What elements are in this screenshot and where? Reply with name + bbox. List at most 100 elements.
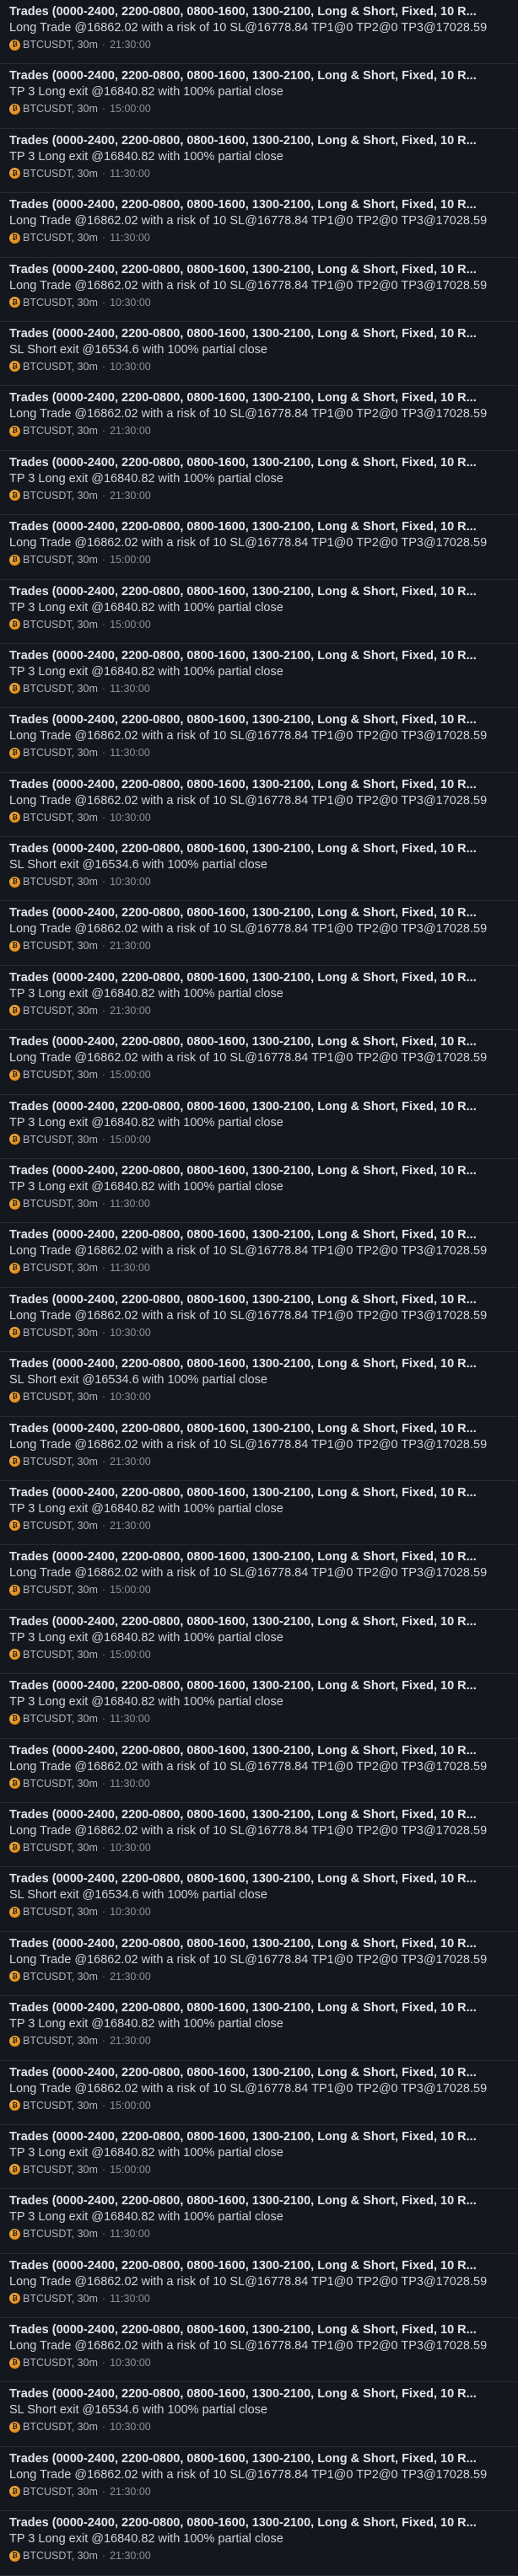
alert-message: TP 3 Long exit @16840.82 with 100% parti… [9, 1180, 283, 1194]
alert-symbol: BTCUSDT, 30m [23, 618, 98, 631]
alert-symbol: BTCUSDT, 30m [23, 2485, 98, 2498]
alert-symbol: BTCUSDT, 30m [23, 1262, 98, 1275]
alert-log-item[interactable]: Trades (0000-2400, 2200-0800, 0800-1600,… [0, 773, 518, 838]
alert-log-item[interactable]: Trades (0000-2400, 2200-0800, 0800-1600,… [0, 1417, 518, 1481]
dot-separator: · [101, 1455, 106, 1468]
alert-log-item[interactable]: Trades (0000-2400, 2200-0800, 0800-1600,… [0, 2189, 518, 2254]
alert-symbol: BTCUSDT, 30m [23, 1198, 98, 1210]
alert-title: Trades (0000-2400, 2200-0800, 0800-1600,… [9, 1614, 477, 1629]
alert-log-item[interactable]: Trades (0000-2400, 2200-0800, 0800-1600,… [0, 258, 518, 322]
alert-time: 21:30:00 [110, 39, 151, 51]
alert-title: Trades (0000-2400, 2200-0800, 0800-1600,… [9, 1550, 477, 1564]
alert-symbol: BTCUSDT, 30m [23, 232, 98, 244]
alert-time: 11:30:00 [110, 167, 150, 180]
alert-log-item[interactable]: Trades (0000-2400, 2200-0800, 0800-1600,… [0, 1095, 518, 1160]
alert-symbol: BTCUSDT, 30m [23, 1713, 98, 1725]
alert-log-item[interactable]: Trades (0000-2400, 2200-0800, 0800-1600,… [0, 1481, 518, 1546]
alert-title: Trades (0000-2400, 2200-0800, 0800-1600,… [9, 455, 477, 470]
alert-message: Long Trade @16862.02 with a risk of 10 S… [9, 1437, 488, 1452]
bitcoin-icon: ₿ [9, 1649, 20, 1661]
alert-log-item[interactable]: Trades (0000-2400, 2200-0800, 0800-1600,… [0, 1932, 518, 1997]
alert-symbol: BTCUSDT, 30m [23, 167, 98, 180]
alert-meta: ₿ BTCUSDT, 30m · 10:30:00 [9, 1904, 518, 1919]
alert-time: 15:00:00 [110, 618, 151, 631]
alert-title: Trades (0000-2400, 2200-0800, 0800-1600,… [9, 198, 477, 212]
alert-log-item[interactable]: Trades (0000-2400, 2200-0800, 0800-1600,… [0, 2061, 518, 2125]
alert-message: SL Short exit @16534.6 with 100% partial… [9, 1373, 267, 1387]
bitcoin-icon: ₿ [9, 361, 20, 373]
alert-log-item[interactable]: Trades (0000-2400, 2200-0800, 0800-1600,… [0, 1223, 518, 1288]
alert-log-item[interactable]: Trades (0000-2400, 2200-0800, 0800-1600,… [0, 193, 518, 258]
alert-message: Long Trade @16862.02 with a risk of 10 S… [9, 1566, 488, 1580]
alerts-log: Trades (0000-2400, 2200-0800, 0800-1600,… [0, 0, 518, 2576]
alert-time: 21:30:00 [110, 489, 151, 502]
alert-log-item[interactable]: Trades (0000-2400, 2200-0800, 0800-1600,… [0, 837, 518, 902]
alert-meta: ₿ BTCUSDT, 30m · 21:30:00 [9, 1518, 518, 1533]
alert-log-item[interactable]: Trades (0000-2400, 2200-0800, 0800-1600,… [0, 644, 518, 709]
alert-message: TP 3 Long exit @16840.82 with 100% parti… [9, 1501, 283, 1516]
alert-time: 10:30:00 [110, 1906, 151, 1919]
alert-log-item[interactable]: Trades (0000-2400, 2200-0800, 0800-1600,… [0, 1159, 518, 1224]
alert-time: 11:30:00 [110, 1198, 150, 1210]
dot-separator: · [101, 2485, 106, 2498]
alert-log-item[interactable]: Trades (0000-2400, 2200-0800, 0800-1600,… [0, 2318, 518, 2383]
alert-log-item[interactable]: Trades (0000-2400, 2200-0800, 0800-1600,… [0, 2382, 518, 2447]
alert-log-item[interactable]: Trades (0000-2400, 2200-0800, 0800-1600,… [0, 322, 518, 387]
alert-time: 10:30:00 [110, 2357, 151, 2369]
bitcoin-icon: ₿ [9, 1842, 20, 1854]
alert-symbol: BTCUSDT, 30m [23, 1777, 98, 1790]
dot-separator: · [101, 2228, 106, 2241]
dot-separator: · [101, 2163, 106, 2176]
bitcoin-icon: ₿ [9, 1327, 20, 1339]
alert-log-item[interactable]: Trades (0000-2400, 2200-0800, 0800-1600,… [0, 64, 518, 129]
alert-log-item[interactable]: Trades (0000-2400, 2200-0800, 0800-1600,… [0, 2125, 518, 2190]
alert-title: Trades (0000-2400, 2200-0800, 0800-1600,… [9, 648, 477, 663]
alert-log-item[interactable]: Trades (0000-2400, 2200-0800, 0800-1600,… [0, 386, 518, 451]
dot-separator: · [101, 876, 106, 888]
dot-separator: · [101, 1713, 106, 1725]
alert-title: Trades (0000-2400, 2200-0800, 0800-1600,… [9, 326, 477, 341]
bitcoin-icon: ₿ [9, 1262, 20, 1274]
alert-log-item[interactable]: Trades (0000-2400, 2200-0800, 0800-1600,… [0, 1545, 518, 1610]
dot-separator: · [101, 39, 106, 51]
alert-log-item[interactable]: Trades (0000-2400, 2200-0800, 0800-1600,… [0, 708, 518, 773]
alert-symbol: BTCUSDT, 30m [23, 554, 98, 566]
bitcoin-icon: ₿ [9, 812, 20, 824]
alert-log-item[interactable]: Trades (0000-2400, 2200-0800, 0800-1600,… [0, 901, 518, 966]
alert-meta: ₿ BTCUSDT, 30m · 15:00:00 [9, 1647, 518, 1662]
dot-separator: · [101, 1841, 106, 1854]
alert-message: Long Trade @16862.02 with a risk of 10 S… [9, 1823, 488, 1838]
alert-title: Trades (0000-2400, 2200-0800, 0800-1600,… [9, 1485, 477, 1500]
bitcoin-icon: ₿ [9, 297, 20, 309]
alert-log-item[interactable]: Trades (0000-2400, 2200-0800, 0800-1600,… [0, 1867, 518, 1932]
alert-symbol: BTCUSDT, 30m [23, 296, 98, 309]
alert-message: Long Trade @16862.02 with a risk of 10 S… [9, 21, 488, 35]
alert-message: TP 3 Long exit @16840.82 with 100% parti… [9, 1115, 283, 1130]
alert-log-item[interactable]: Trades (0000-2400, 2200-0800, 0800-1600,… [0, 2254, 518, 2319]
alert-symbol: BTCUSDT, 30m [23, 1133, 98, 1146]
alert-log-item[interactable]: Trades (0000-2400, 2200-0800, 0800-1600,… [0, 1674, 518, 1739]
alert-log-item[interactable]: Trades (0000-2400, 2200-0800, 0800-1600,… [0, 1803, 518, 1868]
alert-log-item[interactable]: Trades (0000-2400, 2200-0800, 0800-1600,… [0, 1739, 518, 1803]
alert-log-item[interactable]: Trades (0000-2400, 2200-0800, 0800-1600,… [0, 515, 518, 580]
alert-log-item[interactable]: Trades (0000-2400, 2200-0800, 0800-1600,… [0, 966, 518, 1031]
alert-meta: ₿ BTCUSDT, 30m · 11:30:00 [9, 166, 518, 181]
alert-log-item[interactable]: Trades (0000-2400, 2200-0800, 0800-1600,… [0, 0, 518, 65]
alert-log-item[interactable]: Trades (0000-2400, 2200-0800, 0800-1600,… [0, 1030, 518, 1095]
alert-log-item[interactable]: Trades (0000-2400, 2200-0800, 0800-1600,… [0, 2447, 518, 2512]
alert-meta: ₿ BTCUSDT, 30m · 11:30:00 [9, 2291, 518, 2306]
alert-log-item[interactable]: Trades (0000-2400, 2200-0800, 0800-1600,… [0, 1352, 518, 1417]
alert-log-item[interactable]: Trades (0000-2400, 2200-0800, 0800-1600,… [0, 2511, 518, 2576]
alert-message: Long Trade @16862.02 with a risk of 10 S… [9, 214, 488, 228]
alert-symbol: BTCUSDT, 30m [23, 2292, 98, 2305]
alert-log-item[interactable]: Trades (0000-2400, 2200-0800, 0800-1600,… [0, 1288, 518, 1353]
alert-message: TP 3 Long exit @16840.82 with 100% parti… [9, 664, 283, 679]
alert-symbol: BTCUSDT, 30m [23, 489, 98, 502]
alert-log-item[interactable]: Trades (0000-2400, 2200-0800, 0800-1600,… [0, 1610, 518, 1675]
alert-log-item[interactable]: Trades (0000-2400, 2200-0800, 0800-1600,… [0, 129, 518, 194]
alert-log-item[interactable]: Trades (0000-2400, 2200-0800, 0800-1600,… [0, 451, 518, 516]
alert-title: Trades (0000-2400, 2200-0800, 0800-1600,… [9, 842, 477, 856]
alert-symbol: BTCUSDT, 30m [23, 1069, 98, 1081]
alert-log-item[interactable]: Trades (0000-2400, 2200-0800, 0800-1600,… [0, 1996, 518, 2061]
alert-log-item[interactable]: Trades (0000-2400, 2200-0800, 0800-1600,… [0, 580, 518, 644]
